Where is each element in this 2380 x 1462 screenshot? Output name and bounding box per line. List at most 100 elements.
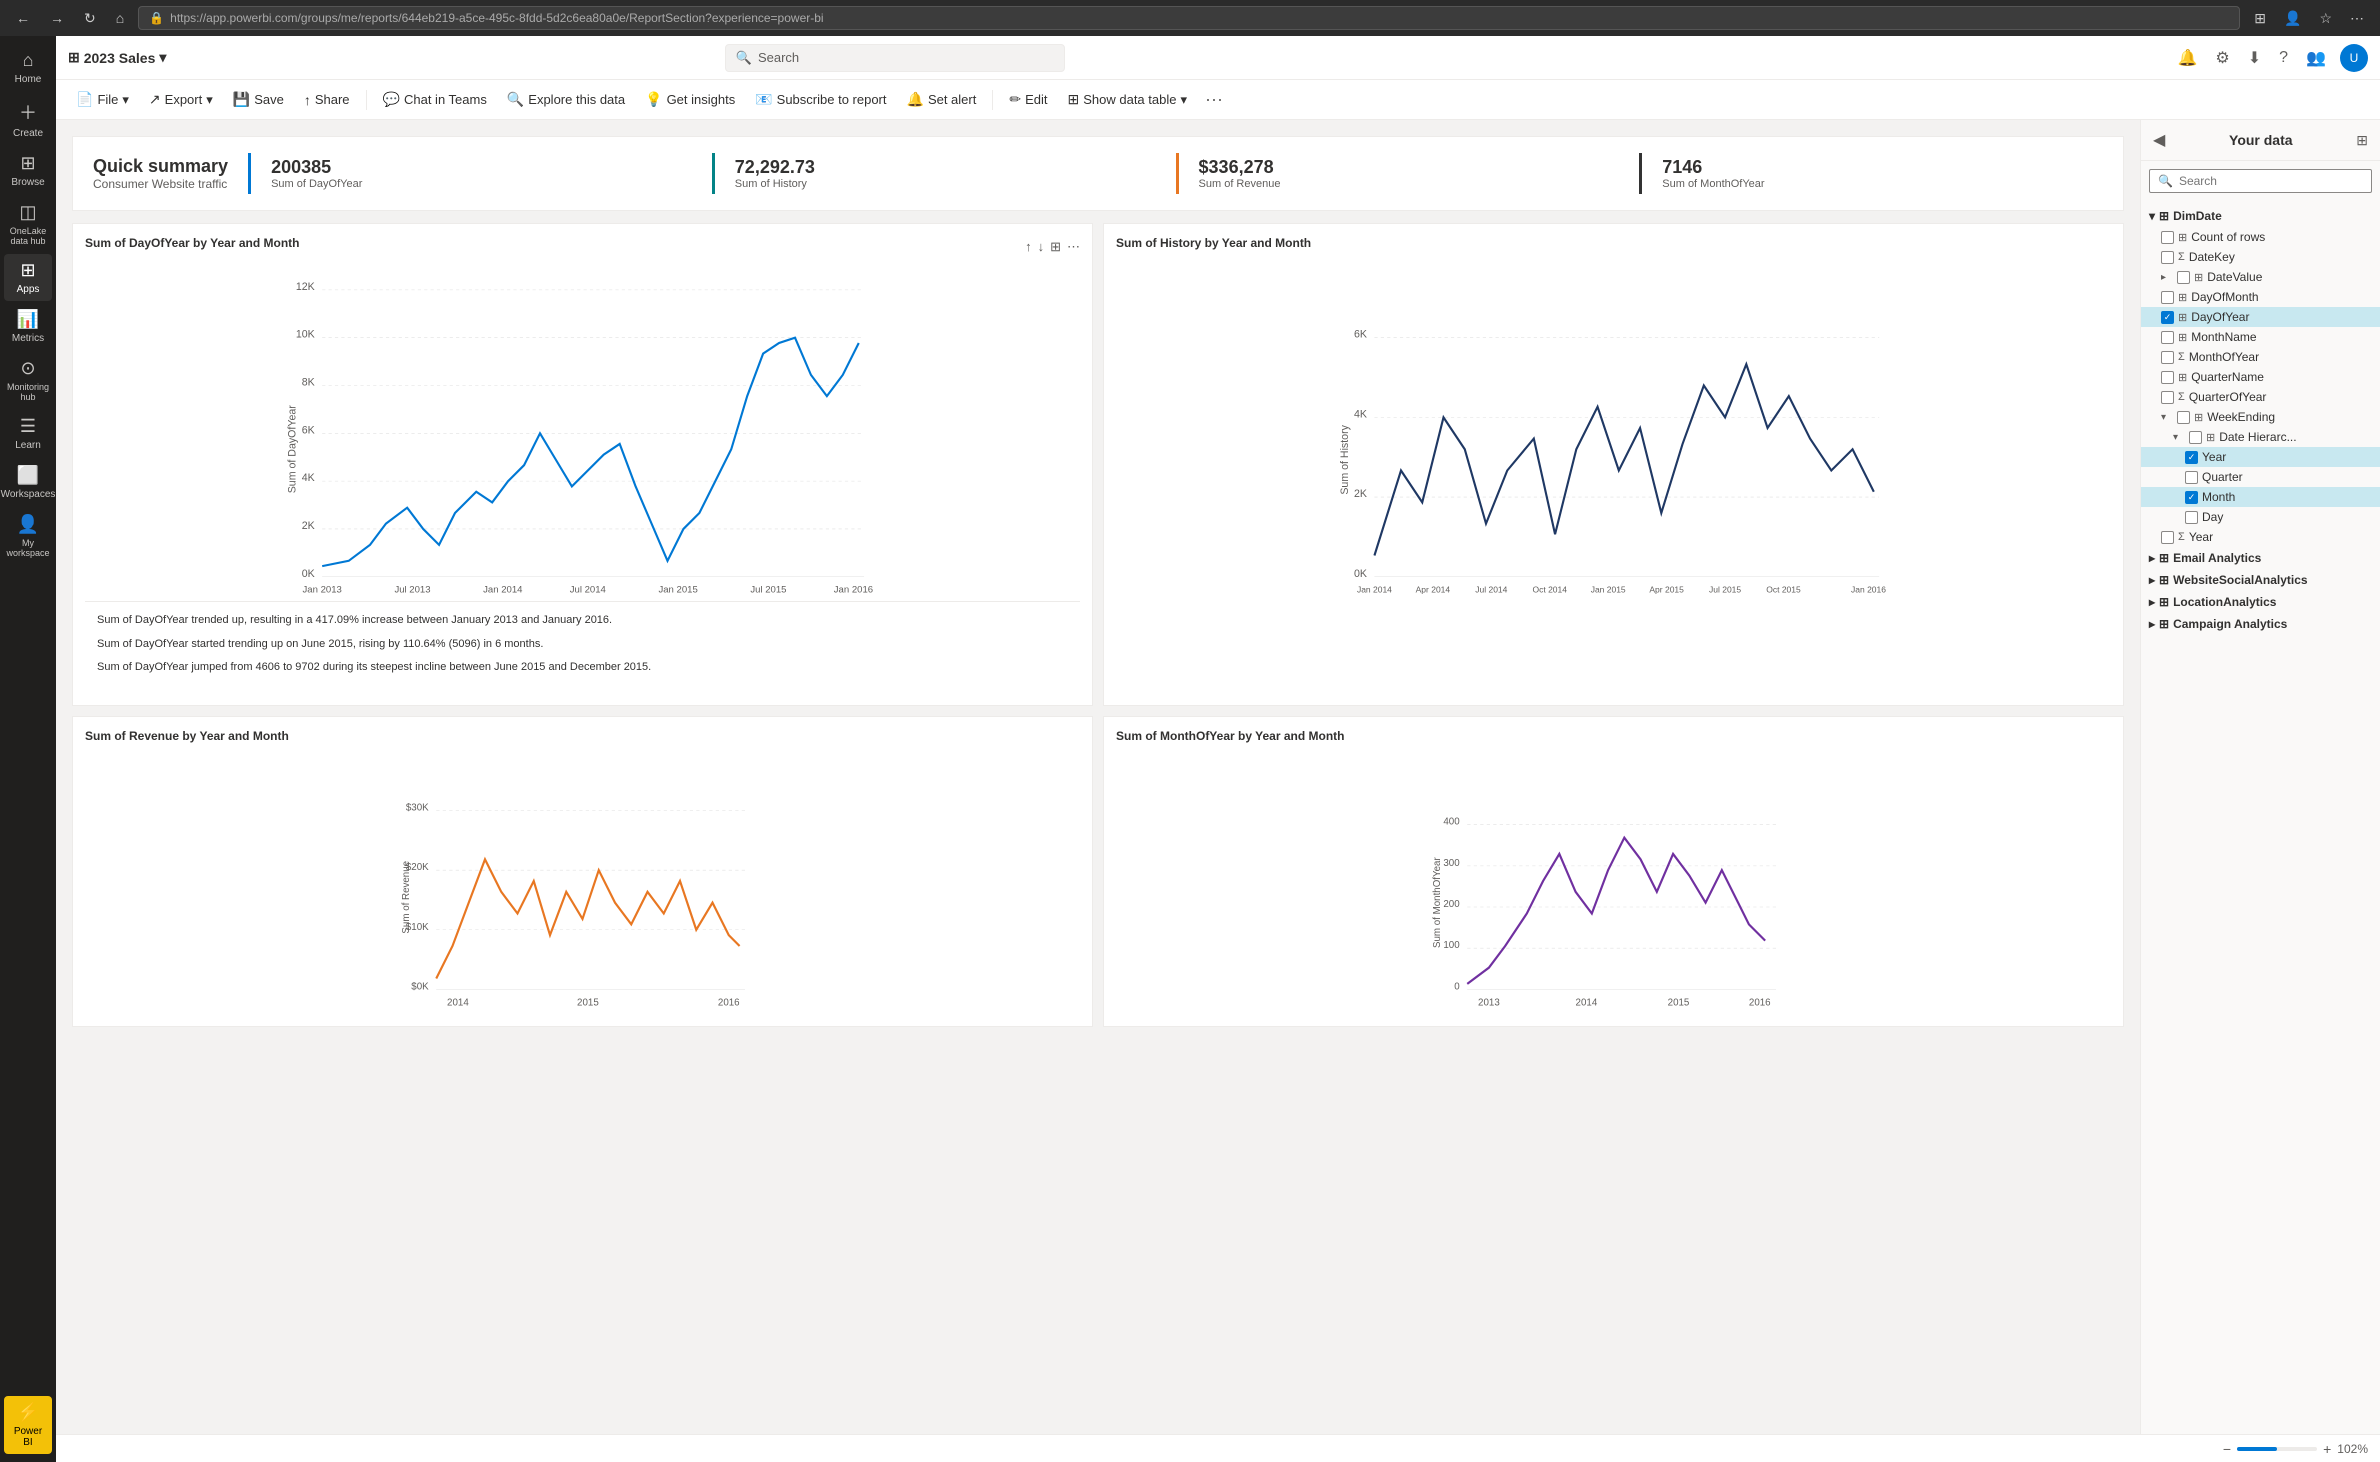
share-button[interactable]: ↑ Share: [296, 88, 358, 112]
home-button[interactable]: ⌂: [110, 8, 130, 28]
month-checkbox[interactable]: ✓: [2185, 491, 2198, 504]
edit-label: Edit: [1025, 92, 1047, 107]
zoom-minus-button[interactable]: −: [2223, 1441, 2231, 1457]
chart1-sort-desc[interactable]: ↓: [1038, 239, 1045, 255]
edit-button[interactable]: ✏ Edit: [1001, 87, 1055, 112]
monitoring-icon: ⊙: [20, 358, 35, 379]
tree-section-email-analytics[interactable]: ▸ ⊞ Email Analytics: [2141, 547, 2380, 569]
quartername-checkbox[interactable]: [2161, 371, 2174, 384]
chat-in-teams-button[interactable]: 💬 Chat in Teams: [375, 87, 495, 112]
tree-item-year[interactable]: ✓ Year: [2141, 447, 2380, 467]
help-icon[interactable]: ?: [2275, 45, 2292, 71]
campaign-label: Campaign Analytics: [2173, 617, 2287, 631]
myworkspace-icon: 👤: [17, 514, 39, 535]
tree-item-quarterofyear[interactable]: Σ QuarterOfYear: [2141, 387, 2380, 407]
show-data-table-button[interactable]: ⊞ Show data table ▾: [1060, 87, 1196, 112]
chart1-more[interactable]: ⋯: [1067, 239, 1080, 255]
tree-section-websitesocial[interactable]: ▸ ⊞ WebsiteSocialAnalytics: [2141, 569, 2380, 591]
toolbar-more-button[interactable]: ···: [1199, 87, 1229, 112]
sidebar-item-myworkspace[interactable]: 👤 My workspace: [4, 508, 52, 564]
tree-section-campaign[interactable]: ▸ ⊞ Campaign Analytics: [2141, 613, 2380, 635]
location-label: LocationAnalytics: [2173, 595, 2276, 609]
year-sigma-checkbox[interactable]: [2161, 531, 2174, 544]
people-icon[interactable]: 👥: [2302, 44, 2330, 72]
weekending-checkbox[interactable]: [2177, 411, 2190, 424]
zoom-plus-button[interactable]: +: [2323, 1441, 2331, 1457]
onelake-icon: ◫: [19, 202, 36, 223]
edit-icon: ✏: [1009, 91, 1021, 108]
tree-item-day[interactable]: Day: [2141, 507, 2380, 527]
tree-item-quartername[interactable]: ⊞ QuarterName: [2141, 367, 2380, 387]
tree-item-dayofyear[interactable]: ✓ ⊞ DayOfYear: [2141, 307, 2380, 327]
monthofyear-checkbox[interactable]: [2161, 351, 2174, 364]
sidebar-item-monitoring[interactable]: ⊙ Monitoring hub: [4, 352, 52, 408]
tree-item-month[interactable]: ✓ Month: [2141, 487, 2380, 507]
filter-search-box[interactable]: 🔍: [2149, 169, 2372, 193]
monthname-checkbox[interactable]: [2161, 331, 2174, 344]
search-icon: 🔍: [736, 50, 752, 66]
settings-icon[interactable]: ⚙: [2211, 44, 2233, 72]
year-sigma-label: Year: [2189, 530, 2372, 544]
subscribe-button[interactable]: 📧 Subscribe to report: [747, 87, 894, 112]
extensions-icon[interactable]: ⊞: [2248, 8, 2272, 29]
quartername-table-icon: ⊞: [2178, 371, 2187, 384]
sidebar-item-powerbi[interactable]: ⚡ Power BI: [4, 1396, 52, 1454]
file-button[interactable]: 📄 File ▾: [68, 87, 137, 112]
sidebar-item-workspaces[interactable]: ⬜ Workspaces: [4, 459, 52, 506]
back-button[interactable]: ←: [10, 8, 36, 28]
filter-search-input[interactable]: [2179, 174, 2363, 188]
panel-collapse-button[interactable]: ◀: [2153, 130, 2165, 150]
hierarchy-checkbox[interactable]: [2189, 431, 2202, 444]
sidebar-item-browse[interactable]: ⊞ Browse: [4, 147, 52, 194]
set-alert-button[interactable]: 🔔 Set alert: [899, 87, 985, 112]
tree-section-location[interactable]: ▸ ⊞ LocationAnalytics: [2141, 591, 2380, 613]
export-button[interactable]: ↗ Export ▾: [141, 87, 221, 112]
notification-icon[interactable]: 🔔: [2173, 44, 2201, 72]
download-icon[interactable]: ⬇: [2244, 44, 2265, 72]
tree-item-dayofmonth[interactable]: ⊞ DayOfMonth: [2141, 287, 2380, 307]
explore-button[interactable]: 🔍 Explore this data: [499, 87, 633, 112]
refresh-button[interactable]: ↻: [78, 8, 102, 29]
title-chevron-icon[interactable]: ▾: [159, 49, 166, 66]
svg-text:Sum of Revenue: Sum of Revenue: [401, 861, 412, 934]
quarter-checkbox[interactable]: [2185, 471, 2198, 484]
sidebar-item-onelake[interactable]: ◫ OneLake data hub: [4, 196, 52, 252]
explore-icon: 🔍: [507, 91, 524, 108]
favorites-icon[interactable]: ☆: [2313, 8, 2338, 29]
year-checkbox[interactable]: ✓: [2185, 451, 2198, 464]
zoom-slider[interactable]: [2237, 1447, 2317, 1451]
chart1-sort-asc[interactable]: ↑: [1025, 239, 1032, 255]
day-checkbox[interactable]: [2185, 511, 2198, 524]
url-bar[interactable]: 🔒 https://app.powerbi.com/groups/me/repo…: [138, 6, 2240, 30]
chart1-expand[interactable]: ⊞: [1050, 239, 1061, 255]
count-of-rows-checkbox[interactable]: [2161, 231, 2174, 244]
tree-item-year-sigma[interactable]: Σ Year: [2141, 527, 2380, 547]
tree-item-count-of-rows[interactable]: ⊞ Count of rows: [2141, 227, 2380, 247]
forward-button[interactable]: →: [44, 8, 70, 28]
tree-item-datekey[interactable]: Σ DateKey: [2141, 247, 2380, 267]
sidebar-item-learn[interactable]: ☰ Learn: [4, 410, 52, 457]
sidebar-item-home[interactable]: ⌂ Home: [4, 44, 52, 91]
tree-item-weekending[interactable]: ▾ ⊞ WeekEnding: [2141, 407, 2380, 427]
tree-section-dimdate[interactable]: ▾ ⊞ DimDate: [2141, 205, 2380, 227]
datekey-checkbox[interactable]: [2161, 251, 2174, 264]
tree-item-monthofyear[interactable]: Σ MonthOfYear: [2141, 347, 2380, 367]
dayofyear-checkbox[interactable]: ✓: [2161, 311, 2174, 324]
save-button[interactable]: 💾 Save: [225, 87, 292, 112]
sidebar-item-metrics[interactable]: 📊 Metrics: [4, 303, 52, 350]
sidebar-item-create[interactable]: ＋ Create: [4, 93, 52, 145]
profile-avatar[interactable]: U: [2340, 44, 2368, 72]
dayofmonth-checkbox[interactable]: [2161, 291, 2174, 304]
report-title[interactable]: 2023 Sales: [84, 50, 156, 66]
top-search[interactable]: 🔍 Search: [725, 44, 1065, 72]
tree-item-quarter[interactable]: Quarter: [2141, 467, 2380, 487]
tree-item-date-hierarchy[interactable]: ▾ ⊞ Date Hierarc...: [2141, 427, 2380, 447]
datevalue-checkbox[interactable]: [2177, 271, 2190, 284]
tree-item-monthname[interactable]: ⊞ MonthName: [2141, 327, 2380, 347]
tree-item-datevalue[interactable]: ▸ ⊞ DateValue: [2141, 267, 2380, 287]
quarterofyear-checkbox[interactable]: [2161, 391, 2174, 404]
get-insights-button[interactable]: 💡 Get insights: [637, 87, 743, 112]
sidebar-item-apps[interactable]: ⊞ Apps: [4, 254, 52, 301]
profile-icon[interactable]: 👤: [2278, 8, 2307, 29]
more-browser-icon[interactable]: ⋯: [2344, 8, 2370, 29]
